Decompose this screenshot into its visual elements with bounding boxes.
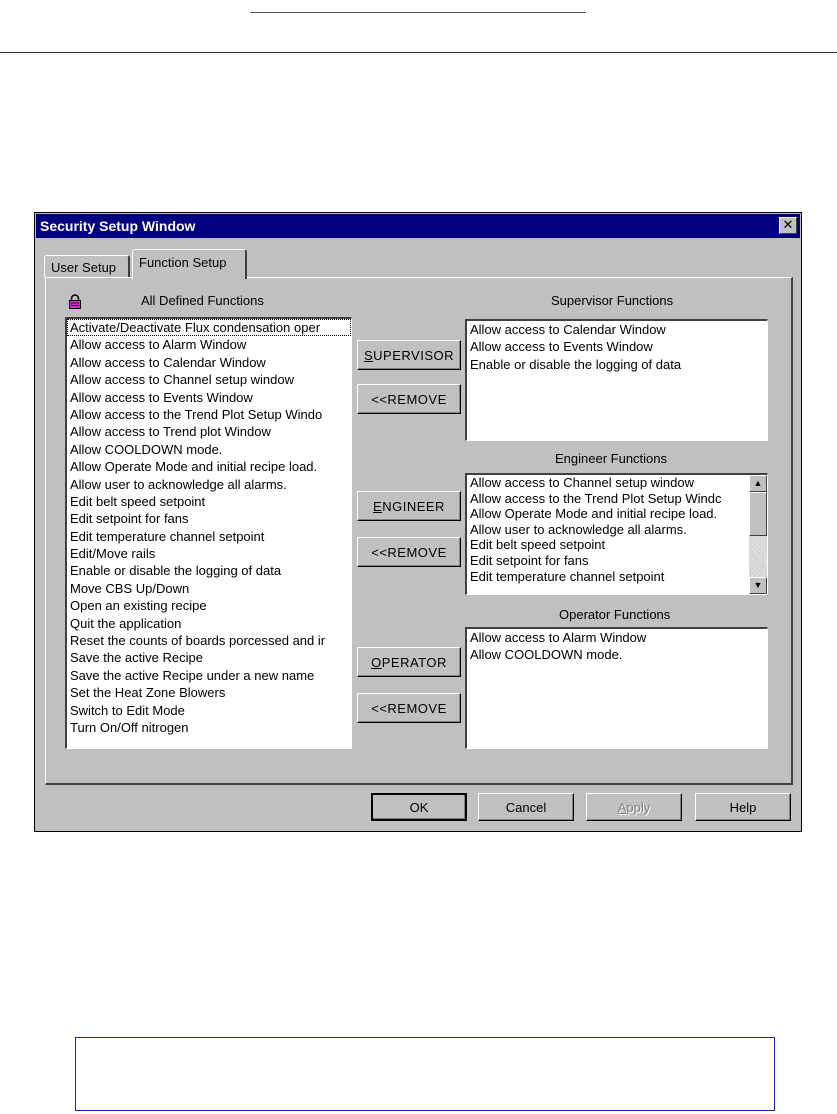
list-item[interactable]: Set the Heat Zone Blowers: [67, 684, 351, 701]
list-item[interactable]: Edit temperature channel setpoint: [467, 569, 748, 585]
window-title: Security Setup Window: [40, 218, 196, 234]
apply-button[interactable]: Apply: [586, 793, 682, 821]
list-item[interactable]: Turn On/Off nitrogen: [67, 719, 351, 736]
list-item[interactable]: Edit belt speed setpoint: [67, 493, 351, 510]
supervisor-add-label: UPERVISOR: [373, 347, 454, 363]
list-item[interactable]: Allow access to Calendar Window: [467, 321, 767, 338]
note-box: [75, 1037, 775, 1111]
operator-add-label: PERATOR: [381, 654, 447, 670]
list-item[interactable]: Allow user to acknowledge all alarms.: [467, 522, 748, 538]
arrow-down-icon: ▼: [753, 580, 763, 590]
help-button[interactable]: Help: [695, 793, 791, 821]
supervisor-functions-list[interactable]: Allow access to Calendar Window Allow acc…: [465, 319, 768, 441]
list-item[interactable]: Edit belt speed setpoint: [467, 537, 748, 553]
list-item[interactable]: Allow access to Channel setup window: [67, 371, 351, 388]
list-item[interactable]: Quit the application: [67, 615, 351, 632]
list-item[interactable]: Allow access to Alarm Window: [67, 336, 351, 353]
list-item[interactable]: Allow Operate Mode and initial recipe lo…: [467, 506, 748, 522]
list-item[interactable]: Allow access to Trend plot Window: [67, 423, 351, 440]
engineer-add-label: NGINEER: [382, 498, 445, 514]
list-item[interactable]: Allow COOLDOWN mode.: [67, 441, 351, 458]
list-item[interactable]: Allow access to the Trend Plot Setup Win…: [67, 406, 351, 423]
supervisor-mnemonic: S: [363, 347, 374, 363]
list-item[interactable]: Save the active Recipe under a new name: [67, 667, 351, 684]
supervisor-remove-button[interactable]: <<REMOVE: [357, 384, 461, 414]
list-item[interactable]: Enable or disable the logging of data: [67, 562, 351, 579]
list-item[interactable]: Enable or disable the logging of data: [467, 356, 767, 373]
header-rule: [0, 52, 837, 53]
scroll-down-button[interactable]: ▼: [749, 577, 767, 594]
list-item[interactable]: Activate/Deactivate Flux condensation op…: [67, 319, 351, 337]
list-item[interactable]: Allow access to Calendar Window: [67, 354, 351, 371]
supervisor-add-button[interactable]: S UPERVISOR: [357, 340, 461, 370]
engineer-functions-label: Engineer Functions: [555, 451, 668, 466]
list-item[interactable]: Allow Operate Mode and initial recipe lo…: [67, 458, 351, 475]
operator-functions-list[interactable]: Allow access to Alarm Window Allow COOLDO…: [465, 627, 768, 749]
list-item[interactable]: Allow COOLDOWN mode.: [467, 646, 767, 663]
title-bar[interactable]: Security Setup Window ✕: [36, 214, 800, 238]
scroll-thumb[interactable]: [749, 492, 767, 536]
engineer-list-scrollbar[interactable]: ▲ ▼: [749, 475, 767, 594]
operator-add-button[interactable]: O PERATOR: [357, 647, 461, 677]
apply-mnemonic: A: [617, 799, 627, 815]
header-short-rule: [250, 12, 586, 13]
engineer-functions-list[interactable]: Allow access to Channel setup window Allo…: [465, 473, 768, 595]
tab-function-setup[interactable]: Function Setup: [132, 249, 247, 279]
operator-mnemonic: O: [371, 654, 382, 670]
engineer-add-button[interactable]: E NGINEER: [357, 491, 461, 521]
lock-icon: [69, 294, 81, 309]
list-item[interactable]: Edit setpoint for fans: [467, 553, 748, 569]
list-item[interactable]: Allow user to acknowledge all alarms.: [67, 476, 351, 493]
list-item[interactable]: Edit/Move rails: [67, 545, 351, 562]
list-item[interactable]: Allow access to Events Window: [467, 338, 767, 355]
tab-user-setup[interactable]: User Setup: [44, 255, 130, 277]
list-item[interactable]: Save the active Recipe: [67, 649, 351, 666]
operator-functions-label: Operator Functions: [559, 607, 671, 622]
security-setup-window: Security Setup Window ✕ User Setup Funct…: [34, 212, 802, 832]
close-button[interactable]: ✕: [779, 217, 797, 234]
all-functions-list[interactable]: Activate/Deactivate Flux condensation op…: [65, 317, 352, 749]
list-item[interactable]: Open an existing recipe: [67, 597, 351, 614]
arrow-up-icon: ▲: [753, 478, 763, 488]
list-item[interactable]: Allow access to the Trend Plot Setup Win…: [467, 491, 748, 507]
operator-remove-button[interactable]: <<REMOVE: [357, 693, 461, 723]
ok-button[interactable]: OK: [371, 793, 467, 821]
close-icon: ✕: [782, 217, 794, 232]
list-item[interactable]: Edit setpoint for fans: [67, 510, 351, 527]
apply-label: pply: [626, 799, 651, 815]
cancel-button[interactable]: Cancel: [478, 793, 574, 821]
list-item[interactable]: Move CBS Up/Down: [67, 580, 351, 597]
scroll-up-button[interactable]: ▲: [749, 475, 767, 492]
supervisor-functions-label: Supervisor Functions: [551, 293, 674, 308]
engineer-remove-button[interactable]: <<REMOVE: [357, 537, 461, 567]
all-functions-label: All Defined Functions: [141, 293, 264, 308]
list-item[interactable]: Switch to Edit Mode: [67, 702, 351, 719]
list-item[interactable]: Allow access to Alarm Window: [467, 629, 767, 646]
list-item[interactable]: Edit temperature channel setpoint: [67, 528, 351, 545]
list-item[interactable]: Reset the counts of boards porcessed and…: [67, 632, 351, 649]
engineer-mnemonic: E: [373, 498, 383, 514]
list-item[interactable]: Allow access to Channel setup window: [467, 475, 748, 491]
list-item[interactable]: Allow access to Events Window: [67, 389, 351, 406]
